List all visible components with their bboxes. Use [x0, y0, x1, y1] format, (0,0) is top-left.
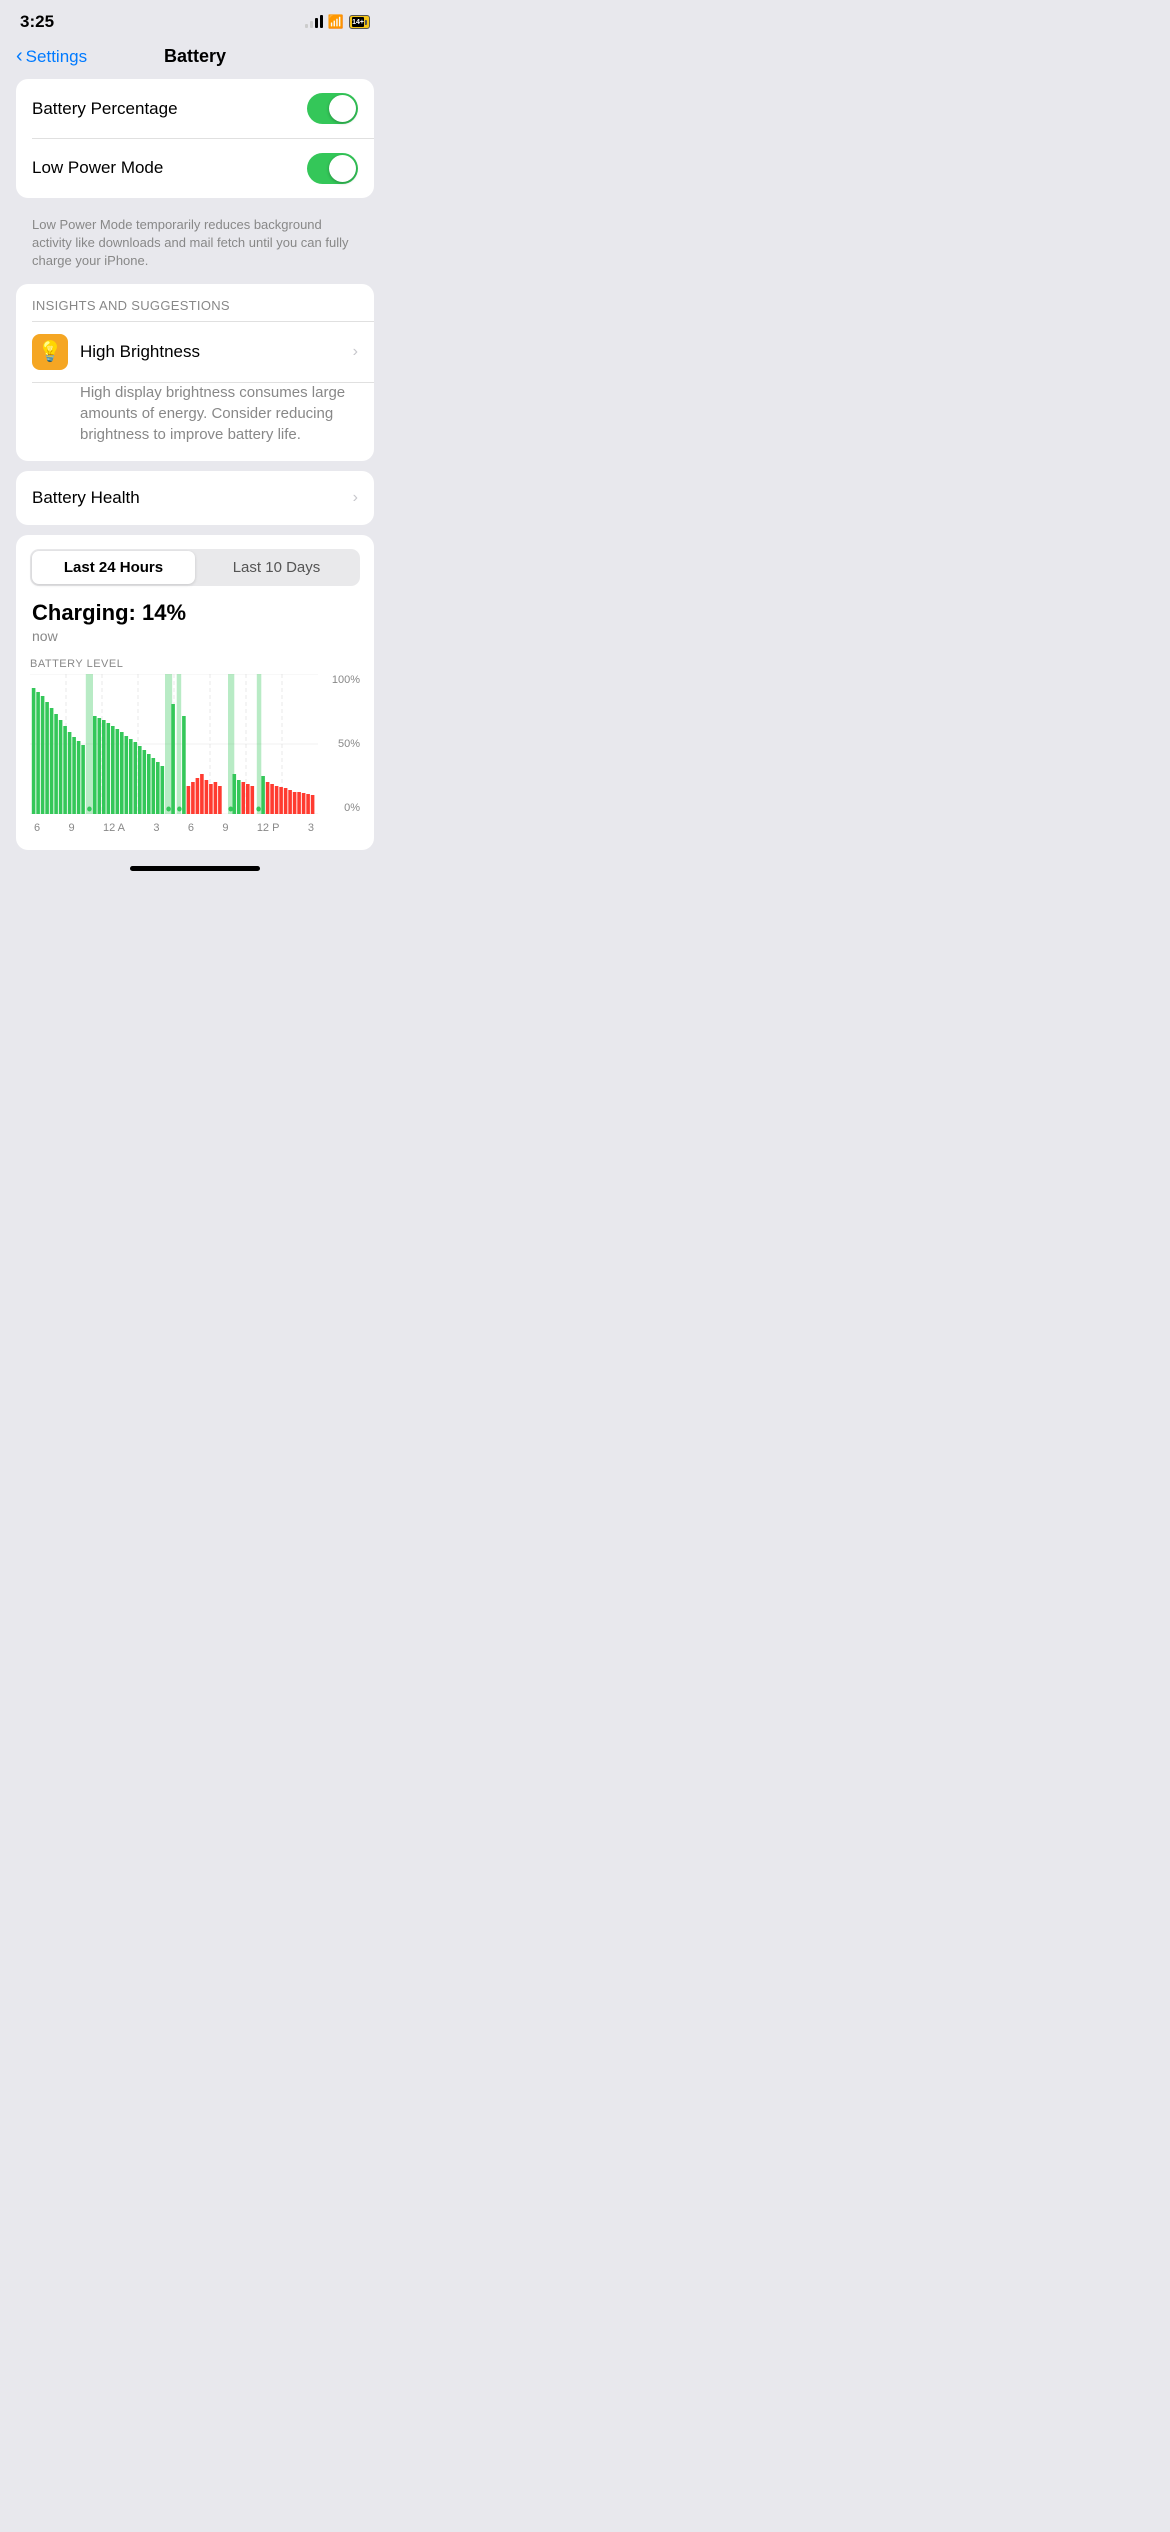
brightness-icon-wrap: 💡: [32, 334, 68, 370]
battery-percentage-label: Battery Percentage: [32, 99, 178, 119]
wifi-icon: 📶: [328, 14, 344, 30]
toggle-knob-2: [329, 155, 356, 182]
back-button[interactable]: ‹ Settings: [16, 45, 87, 68]
content-area: Battery Percentage Low Power Mode Low Po…: [0, 79, 390, 850]
low-power-mode-row[interactable]: Low Power Mode: [16, 139, 374, 198]
battery-icon: 14+: [349, 15, 370, 29]
lightbulb-icon: 💡: [38, 339, 63, 364]
tab-last-10-days[interactable]: Last 10 Days: [195, 551, 358, 584]
status-icons: 📶 14+: [305, 14, 370, 30]
y-label-0: 0%: [344, 802, 360, 814]
nav-bar: ‹ Settings Battery: [0, 38, 390, 79]
charging-info: Charging: 14% now: [16, 586, 374, 648]
chart-tab-bar[interactable]: Last 24 Hours Last 10 Days: [30, 549, 360, 586]
chart-x-labels: 6 9 12 A 3 6 9 12 P 3: [30, 822, 318, 834]
high-brightness-label: High Brightness: [80, 342, 341, 362]
signal-icon: [305, 16, 323, 28]
status-time: 3:25: [20, 12, 54, 32]
page-title: Battery: [164, 46, 226, 67]
insights-header: INSIGHTS AND SUGGESTIONS: [16, 284, 374, 321]
back-chevron-icon: ‹: [16, 45, 23, 68]
battery-tip: [365, 20, 367, 25]
x-label-12p: 12 P: [257, 822, 280, 834]
chart-card: Last 24 Hours Last 10 Days Charging: 14%…: [16, 535, 374, 850]
x-label-12a: 12 A: [103, 822, 125, 834]
battery-chart: 100% 50% 0%: [30, 674, 360, 834]
battery-percentage-row[interactable]: Battery Percentage: [16, 79, 374, 138]
chart-y-labels: 100% 50% 0%: [322, 674, 360, 814]
battery-health-row[interactable]: Battery Health ›: [16, 471, 374, 525]
home-indicator: [130, 866, 260, 871]
y-label-100: 100%: [332, 674, 360, 686]
low-power-description: Low Power Mode temporarily reduces backg…: [16, 208, 374, 285]
battery-health-label: Battery Health: [32, 488, 140, 508]
chevron-right-icon: ›: [353, 343, 358, 361]
x-label-3am: 3: [308, 822, 314, 834]
toggles-card: Battery Percentage Low Power Mode: [16, 79, 374, 198]
x-label-9pm: 9: [222, 822, 228, 834]
chart-svg-area: [30, 674, 318, 814]
low-power-mode-toggle[interactable]: [307, 153, 358, 184]
x-label-3: 3: [153, 822, 159, 834]
chart-area: BATTERY LEVEL 100% 50% 0%: [16, 648, 374, 834]
high-brightness-row[interactable]: 💡 High Brightness ›: [16, 322, 374, 382]
battery-chart-svg: [30, 674, 318, 814]
status-bar: 3:25 📶 14+: [0, 0, 390, 38]
back-label: Settings: [26, 47, 87, 67]
x-label-6: 6: [34, 822, 40, 834]
battery-health-chevron-icon: ›: [353, 489, 358, 507]
charging-title: Charging: 14%: [32, 600, 358, 626]
y-label-50: 50%: [338, 738, 360, 750]
battery-percentage-toggle[interactable]: [307, 93, 358, 124]
battery-level-text: 14+: [352, 17, 364, 27]
chart-section-label: BATTERY LEVEL: [30, 658, 360, 670]
insights-card: INSIGHTS AND SUGGESTIONS 💡 High Brightne…: [16, 284, 374, 461]
low-power-mode-label: Low Power Mode: [32, 158, 163, 178]
charging-time: now: [32, 628, 358, 644]
x-label-6pm: 6: [188, 822, 194, 834]
tab-last-24-hours[interactable]: Last 24 Hours: [32, 551, 195, 584]
battery-health-card[interactable]: Battery Health ›: [16, 471, 374, 525]
high-brightness-description: High display brightness consumes large a…: [16, 382, 374, 461]
toggle-knob: [329, 95, 356, 122]
x-label-9: 9: [68, 822, 74, 834]
